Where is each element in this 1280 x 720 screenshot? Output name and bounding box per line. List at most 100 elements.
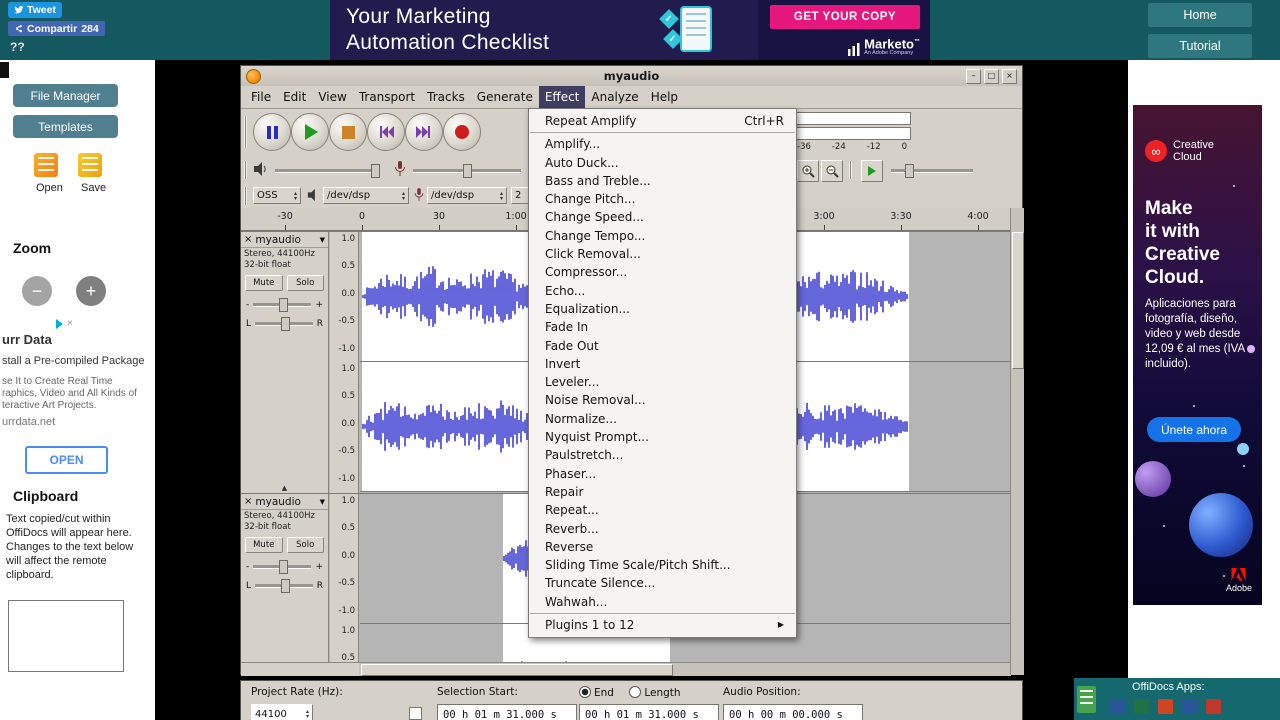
audio-position-field[interactable]: 00 h 00 m 00.000 s: [723, 704, 863, 720]
ad-choices-controls[interactable]: ×: [56, 318, 73, 329]
zoom-in-button[interactable]: +: [76, 276, 106, 306]
input-device-select[interactable]: /dev/dsp ▴ ▾: [427, 187, 507, 204]
effect-menu-item-repeat-last[interactable]: Repeat Amplify Ctrl+R: [529, 112, 796, 130]
effect-menu-item-amplify[interactable]: Amplify...: [529, 135, 796, 153]
record-button[interactable]: [443, 113, 481, 151]
slider-thumb[interactable]: [279, 560, 289, 574]
effect-menu-item-paulstretch[interactable]: Paulstretch...: [529, 446, 796, 464]
menu-tracks[interactable]: Tracks: [421, 86, 471, 108]
selection-end-field[interactable]: 00 h 01 m 31.000 s: [579, 704, 719, 720]
project-rate-select[interactable]: 44100 ▴ ▾: [251, 704, 313, 720]
effect-menu-item-change-tempo[interactable]: Change Tempo...: [529, 227, 796, 245]
effect-menu-item-normalize[interactable]: Normalize...: [529, 410, 796, 428]
slider-thumb[interactable]: [279, 298, 289, 312]
zoom-out-button[interactable]: −: [22, 276, 52, 306]
output-volume-slider[interactable]: [275, 164, 380, 178]
slider-thumb[interactable]: [371, 164, 380, 178]
app-icon[interactable]: [1158, 699, 1173, 714]
menu-edit[interactable]: Edit: [277, 86, 312, 108]
banner-ad[interactable]: Your Marketing Automation Checklist ✓ ✓ …: [330, 0, 930, 60]
skip-end-button[interactable]: [405, 113, 443, 151]
menu-generate[interactable]: Generate: [471, 86, 539, 108]
home-button[interactable]: Home: [1148, 3, 1252, 27]
menu-file[interactable]: File: [245, 86, 277, 108]
effect-menu-item-click-removal[interactable]: Click Removal...: [529, 245, 796, 263]
playback-speed-slider[interactable]: [891, 164, 973, 178]
save-icon[interactable]: [78, 153, 102, 177]
effect-menu-item-echo[interactable]: Echo...: [529, 282, 796, 300]
solo-button[interactable]: Solo: [286, 537, 324, 553]
slider-thumb[interactable]: [463, 164, 472, 178]
slider-thumb[interactable]: [905, 164, 914, 178]
effect-menu-item-reverse[interactable]: Reverse: [529, 538, 796, 556]
track-collapse-icon[interactable]: ▲: [241, 484, 328, 492]
toolbar-grip[interactable]: [244, 116, 247, 148]
zoom-in-tool-button[interactable]: [797, 160, 819, 182]
length-radio[interactable]: [629, 686, 642, 698]
sidebar-ad-open-button[interactable]: OPEN: [25, 446, 108, 474]
slider-thumb[interactable]: [280, 317, 290, 331]
effect-menu-item-wahwah[interactable]: Wahwah...: [529, 593, 796, 611]
mute-button[interactable]: Mute: [245, 275, 283, 291]
snap-to-checkbox[interactable]: [409, 707, 422, 720]
effect-menu-item-fade-in[interactable]: Fade In: [529, 318, 796, 336]
toolbar-grip[interactable]: [244, 187, 247, 205]
input-volume-slider[interactable]: [413, 164, 521, 178]
audio-host-select[interactable]: OSS ▴ ▾: [253, 187, 301, 204]
creative-cloud-ad[interactable]: ∞ Creative Cloud Make it with Creative Clou…: [1133, 105, 1262, 605]
toolbar-grip[interactable]: [244, 161, 247, 179]
stop-button[interactable]: [329, 113, 367, 151]
skip-start-button[interactable]: [367, 113, 405, 151]
close-ad-icon[interactable]: ×: [67, 318, 73, 329]
open-icon[interactable]: [34, 153, 58, 177]
effect-menu-item-plugins[interactable]: Plugins 1 to 12 ▶: [529, 616, 796, 634]
scrollbar-thumb[interactable]: [361, 664, 673, 676]
tutorial-button[interactable]: Tutorial: [1148, 34, 1252, 58]
banner-cta-button[interactable]: GET YOUR COPY: [770, 5, 920, 29]
document-icon[interactable]: [1077, 686, 1096, 713]
track-name[interactable]: myaudio: [255, 496, 316, 508]
solo-button[interactable]: Solo: [286, 275, 324, 291]
gain-slider[interactable]: [253, 560, 312, 574]
menu-view[interactable]: View: [312, 86, 352, 108]
horizontal-scrollbar[interactable]: [359, 662, 1011, 676]
app-icon[interactable]: [1206, 699, 1221, 714]
join-now-button[interactable]: Únete ahora: [1147, 417, 1241, 442]
mute-button[interactable]: Mute: [245, 537, 283, 553]
effect-menu-item-truncate-silence[interactable]: Truncate Silence...: [529, 574, 796, 592]
track-name[interactable]: myaudio: [255, 234, 316, 246]
effect-menu-item-noise-removal[interactable]: Noise Removal...: [529, 391, 796, 409]
slider-thumb[interactable]: [280, 579, 290, 593]
effect-menu-item-auto-duck[interactable]: Auto Duck...: [529, 154, 796, 172]
app-icon[interactable]: [1182, 699, 1197, 714]
effect-menu-item-change-pitch[interactable]: Change Pitch...: [529, 190, 796, 208]
minimize-button[interactable]: –: [966, 69, 981, 84]
effect-menu-item-fade-out[interactable]: Fade Out: [529, 337, 796, 355]
menu-analyze[interactable]: Analyze: [585, 86, 644, 108]
track-close-icon[interactable]: ×: [244, 234, 252, 245]
file-manager-button[interactable]: File Manager: [13, 84, 118, 107]
title-bar[interactable]: myaudio – □ ×: [241, 66, 1022, 87]
menu-transport[interactable]: Transport: [353, 86, 421, 108]
app-icon[interactable]: [1134, 699, 1149, 714]
track-menu-icon[interactable]: ▼: [320, 236, 325, 244]
effect-menu-item-compressor[interactable]: Compressor...: [529, 263, 796, 281]
meter-toolbar[interactable]: -36 -24 -12 0: [793, 112, 911, 156]
track-menu-icon[interactable]: ▼: [320, 498, 325, 506]
zoom-out-tool-button[interactable]: [821, 160, 843, 182]
effect-menu-item-leveler[interactable]: Leveler...: [529, 373, 796, 391]
app-icon[interactable]: [1110, 699, 1125, 714]
selection-start-field[interactable]: 00 h 01 m 31.000 s: [437, 704, 577, 720]
effect-menu-item-phaser[interactable]: Phaser...: [529, 465, 796, 483]
toolbar-grip[interactable]: [849, 161, 852, 179]
effect-menu-item-invert[interactable]: Invert: [529, 355, 796, 373]
effect-menu-item-repeat[interactable]: Repeat...: [529, 501, 796, 519]
effect-menu-item-reverb[interactable]: Reverb...: [529, 520, 796, 538]
play-at-speed-button[interactable]: [861, 160, 883, 182]
pan-slider[interactable]: [255, 579, 313, 593]
scrollbar-thumb[interactable]: [1012, 232, 1024, 369]
templates-button[interactable]: Templates: [13, 115, 118, 138]
track-close-icon[interactable]: ×: [244, 496, 252, 507]
effect-menu-item-sliding-time-scale-pitch-shift[interactable]: Sliding Time Scale/Pitch Shift...: [529, 556, 796, 574]
sidebar-collapse-tab[interactable]: [0, 62, 9, 78]
